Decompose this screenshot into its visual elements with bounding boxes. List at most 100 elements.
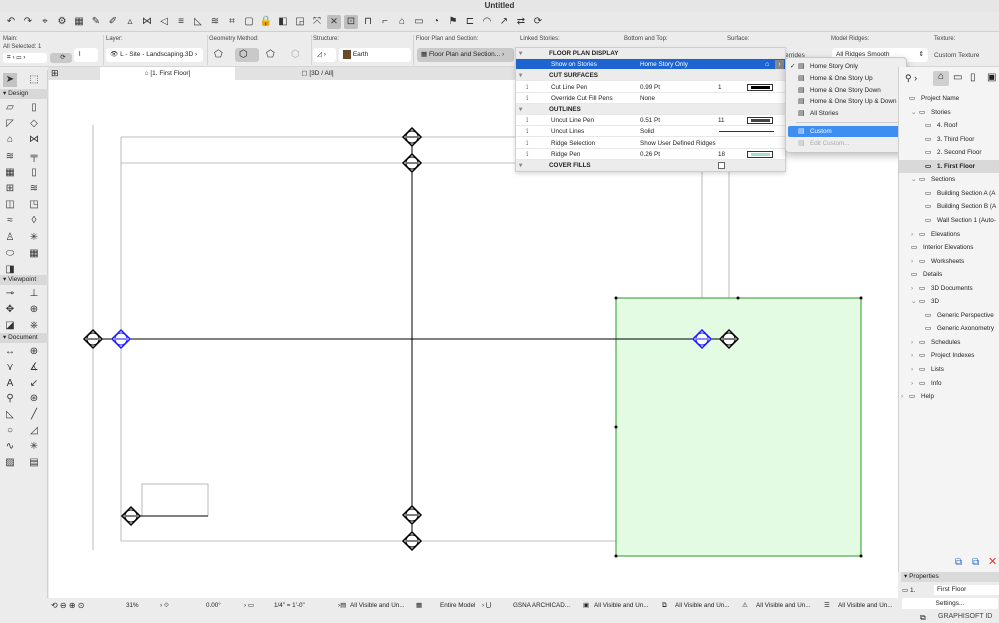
pen-set[interactable]: GSNA ARCHICAD... (513, 599, 570, 612)
house-icon[interactable]: ⌂ (395, 15, 409, 29)
section-marker[interactable] (401, 530, 423, 552)
structure-type-selector[interactable]: ◿ › (313, 48, 336, 62)
setting-row[interactable]: ⟟ Ridge Pen 0.26 Pt 18 (516, 149, 785, 160)
fill-icon[interactable]: ≋ (208, 15, 222, 29)
setting-row[interactable]: ▾ COVER FILLS (516, 160, 785, 171)
geometry-slab-icon[interactable]: ⬠ (210, 48, 232, 62)
menu-item[interactable]: ✓ ▤ Home Story Only (788, 61, 905, 72)
layer-selector[interactable]: 👁 L - Site - Landscaping.3D › (106, 48, 203, 62)
layer-combo[interactable]: All Visible and Un... (350, 599, 405, 612)
design-tool-icon[interactable]: ▦ (3, 166, 17, 180)
chevron-right-icon[interactable]: › (911, 377, 913, 390)
geometry-freeform-icon[interactable]: ⬡ (287, 48, 309, 62)
trim-icon[interactable]: ⊡ (344, 14, 358, 29)
teamwork-icon[interactable]: ⇄ (514, 15, 528, 29)
document-tool-icon[interactable]: ⊕ (27, 345, 41, 359)
design-tool-icon[interactable]: ≋ (27, 182, 41, 196)
pen-swatch[interactable] (747, 150, 773, 158)
project-map-icon[interactable]: ⌂ (933, 71, 949, 86)
navigator-item[interactable]: ▭ 3. Third Floor (899, 133, 999, 146)
intersect-icon[interactable]: ◔ (429, 15, 443, 29)
document-tool-icon[interactable]: A (3, 377, 17, 391)
zoom-value[interactable]: 31% (126, 599, 139, 612)
navigator-item[interactable]: › ▭ Lists (899, 363, 999, 376)
dome-icon[interactable]: ◠ (480, 15, 494, 29)
properties-header[interactable]: ▾ Properties (901, 572, 999, 582)
collapse-icon[interactable]: ▾ (519, 160, 522, 171)
document-tool-icon[interactable]: ⋎ (3, 361, 17, 375)
navigator-item[interactable]: ▭ 4. Roof (899, 119, 999, 132)
tab-3d[interactable]: ▢ [3D / All] (235, 67, 400, 80)
chevron-right-icon[interactable]: › (911, 349, 913, 362)
layout-book-icon[interactable]: ▯ (970, 72, 976, 83)
chevron-down-icon[interactable]: ⌄ (911, 173, 916, 186)
navigator-item[interactable]: ⌄ ▭ Stories (899, 106, 999, 119)
navigator-item[interactable]: ▭ Generic Axonometry (899, 322, 999, 335)
publisher-icon[interactable]: ▣ (987, 72, 996, 83)
navigator-item[interactable]: › ▭ Project Indexes (899, 349, 999, 362)
design-tool-icon[interactable]: ♙ (3, 231, 17, 245)
delete-icon[interactable]: ✕ (988, 555, 997, 568)
rectangle-icon[interactable]: ▢ (242, 15, 256, 29)
toolbox-section-design[interactable]: ▾ Design (0, 89, 48, 99)
window-icon[interactable]: ⧉ (920, 613, 926, 623)
renovation-icon[interactable]: ◧ (276, 15, 290, 29)
navigator-item[interactable]: ▭ 2. Second Floor (899, 146, 999, 159)
pen-icon[interactable]: ◺ (191, 15, 205, 29)
design-tool-icon[interactable]: ◇ (27, 117, 41, 131)
chevron-right-icon[interactable]: › (911, 282, 913, 295)
navigator-item[interactable]: ▭ Building Section A (A (899, 187, 999, 200)
tab-first-floor[interactable]: ⌂ [1. First Floor] (100, 67, 235, 80)
menu-item[interactable]: ▤ Custom (788, 126, 905, 137)
setting-value[interactable]: Home Story Only (640, 59, 688, 70)
navigator-item[interactable]: ▭ 1. First Floor (899, 159, 999, 173)
mirror-icon[interactable]: ⋈ (140, 15, 154, 29)
level-icon[interactable]: ◁ (157, 15, 171, 29)
arrow-tool-icon[interactable]: ➤ (3, 73, 17, 87)
document-tool-icon[interactable]: ∿ (3, 440, 17, 454)
cursor-icon[interactable]: ↗ (497, 15, 511, 29)
document-tool-icon[interactable]: ◿ (27, 424, 41, 438)
setting-row[interactable]: ⟟ Uncut Lines Solid (516, 126, 785, 138)
scale-value[interactable]: 1/4" = 1'-0" (274, 599, 305, 612)
navigator-item[interactable]: ▭ Generic Perspective (899, 309, 999, 322)
refresh-icon[interactable]: ⟳ (531, 15, 545, 29)
design-tool-icon[interactable]: ≈ (3, 214, 17, 228)
chevron-right-icon[interactable]: › (911, 336, 913, 349)
geometry-solid-icon[interactable]: ⬠ (262, 48, 284, 62)
undo-icon[interactable]: ↶ (4, 15, 18, 29)
split-icon[interactable]: ⨯ (327, 14, 341, 29)
chevron-right-icon[interactable]: › (901, 390, 903, 403)
chevron-right-icon[interactable]: › (911, 363, 913, 376)
clone-icon[interactable]: ⧉ (972, 557, 979, 568)
zoom-controls-icon[interactable]: ⟲ ⊖ ⊕ ⊙ (51, 599, 84, 612)
structure-selector[interactable]: Earth (339, 48, 411, 62)
floor-plan-section-button[interactable]: ▦ Floor Plan and Section... › (417, 48, 514, 62)
setting-row[interactable]: ⟟ Uncut Line Pen 0.51 Pt 11 (516, 115, 785, 127)
eyedropper-icon[interactable]: ✎ (89, 15, 103, 29)
redo-icon[interactable]: ↷ (21, 15, 35, 29)
tab-overview-icon[interactable]: ⊞ (51, 68, 59, 79)
collapse-icon[interactable]: ▾ (519, 48, 522, 59)
pen-swatch[interactable] (747, 117, 773, 125)
chevron-down-icon[interactable]: ⌄ (911, 295, 916, 308)
offset-icon[interactable]: ⊓ (361, 15, 375, 29)
setting-row[interactable]: ▾ FLOOR PLAN DISPLAY (516, 48, 785, 59)
section-marker[interactable] (401, 504, 423, 526)
fillet-icon[interactable]: ⌐ (378, 15, 392, 29)
viewpoint-tool-icon[interactable]: ◪ (3, 319, 17, 333)
navigator-item[interactable]: ▭ Project Name (899, 92, 999, 105)
story-name-field[interactable]: First Floor (934, 585, 999, 595)
model-filter[interactable]: Entire Model (440, 599, 475, 612)
settings-button[interactable]: Settings... (902, 598, 998, 609)
orientation-icon[interactable]: ⟳ (50, 53, 72, 63)
new-view-icon[interactable]: ⧉ (955, 557, 962, 568)
graphisoft-id[interactable]: GRAPHISOFT ID (938, 613, 992, 620)
navigator-item[interactable]: ▭ Wall Section 1 (Auto- (899, 214, 999, 227)
pointer-icon[interactable]: ⌖ (38, 15, 52, 29)
document-tool-icon[interactable]: ○ (3, 424, 17, 438)
setting-value[interactable]: 0.26 Pt (640, 149, 660, 160)
dimension-standard[interactable]: All Visible and Un... (838, 599, 893, 612)
navigator-item[interactable]: ▭ Building Section B (A (899, 200, 999, 213)
section-marker[interactable] (120, 505, 142, 527)
